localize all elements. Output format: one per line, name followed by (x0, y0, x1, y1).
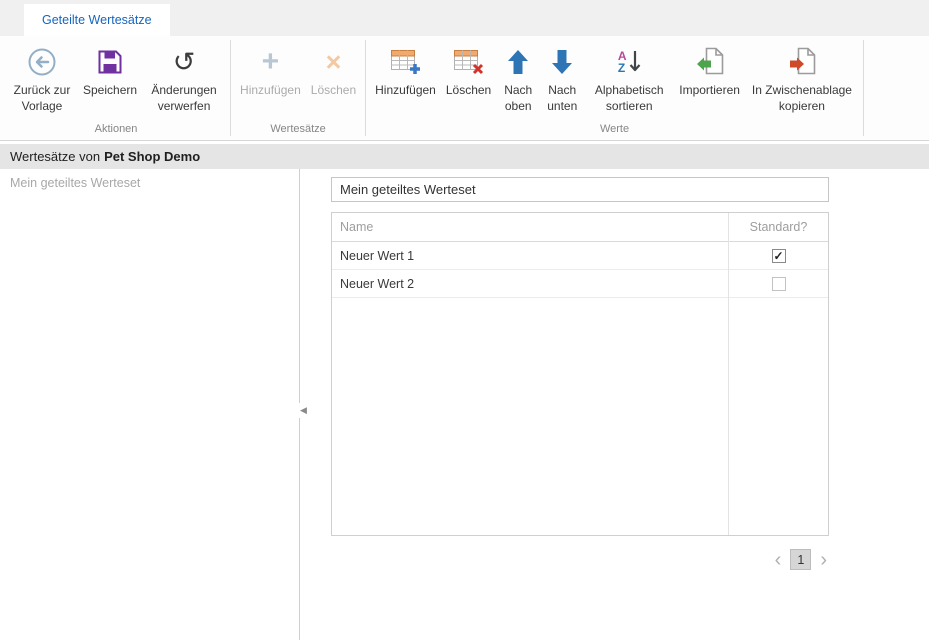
value-name-cell: Neuer Wert 2 (332, 277, 729, 291)
table-add-icon (390, 41, 422, 83)
next-page-icon[interactable]: › (818, 550, 829, 570)
nach-unten-button[interactable]: Nach unten (540, 38, 584, 117)
aenderungen-verwerfen-button[interactable]: ↺ Änderungen verwerfen (142, 38, 226, 117)
button-label: Nach unten (545, 83, 579, 114)
table-delete-icon (453, 41, 485, 83)
ribbon-group-werte: Hinzufügen Löschen (366, 36, 863, 140)
werteset-name-input[interactable] (331, 177, 829, 202)
down-arrow-icon (551, 41, 573, 83)
standard-checkbox[interactable]: ✓ (772, 249, 786, 263)
button-label: Änderungen verwerfen (147, 83, 221, 114)
ribbon: Zurück zur Vorlage Speichern ↺ Änderunge… (0, 36, 929, 141)
button-label: Hinzufügen (375, 83, 436, 99)
table-header-row: Name Standard? (332, 213, 828, 242)
importieren-button[interactable]: Importieren (674, 38, 745, 102)
up-arrow-icon (507, 41, 529, 83)
prev-page-icon[interactable]: ‹ (773, 550, 784, 570)
werte-hinzufuegen-button[interactable]: Hinzufügen (370, 38, 441, 102)
values-table: Name Standard? Neuer Wert 1 ✓ Neuer Wert… (331, 212, 829, 536)
sidebar-collapse-handle[interactable]: ◀ (298, 403, 309, 418)
import-icon (695, 41, 725, 83)
ribbon-group-label: Werte (366, 122, 863, 140)
back-icon (27, 41, 57, 83)
sidebar: Mein geteiltes Werteset (0, 169, 300, 640)
button-label: Löschen (446, 83, 491, 99)
button-label: Alphabetisch sortieren (589, 83, 669, 114)
main-panel: Name Standard? Neuer Wert 1 ✓ Neuer Wert… (300, 169, 929, 640)
standard-checkbox[interactable]: ✓ (772, 277, 786, 291)
column-header-name: Name (332, 220, 729, 234)
button-label: Löschen (311, 83, 356, 99)
ribbon-group-aktionen: Zurück zur Vorlage Speichern ↺ Änderunge… (2, 36, 230, 140)
werte-loeschen-button[interactable]: Löschen (441, 38, 496, 102)
tab-bar: Geteilte Wertesätze (0, 0, 929, 36)
check-icon: ✓ (773, 250, 783, 262)
button-label: Importieren (679, 83, 740, 99)
sidebar-item-werteset[interactable]: Mein geteiltes Werteset (0, 169, 299, 197)
nach-oben-button[interactable]: Nach oben (496, 38, 540, 117)
sort-az-icon: A Z (618, 41, 641, 83)
wertesaetze-loeschen-button: × Löschen (306, 38, 361, 102)
button-label: Hinzufügen (240, 83, 301, 99)
page-header: Wertesätze von Pet Shop Demo (0, 144, 929, 169)
ribbon-group-wertesaetze: + Hinzufügen × Löschen Wertesätze (231, 36, 365, 140)
in-zwischenablage-kopieren-button[interactable]: In Zwischenablage kopieren (745, 38, 859, 117)
column-header-standard: Standard? (729, 220, 828, 234)
plus-icon: + (262, 41, 280, 83)
table-row[interactable]: Neuer Wert 2 ✓ (332, 270, 828, 298)
button-label: Speichern (83, 83, 137, 99)
speichern-button[interactable]: Speichern (78, 38, 142, 102)
button-label: Nach oben (501, 83, 535, 114)
value-name-cell: Neuer Wert 1 (332, 249, 729, 263)
button-label: In Zwischenablage kopieren (750, 83, 854, 114)
ribbon-group-label: Wertesätze (231, 122, 365, 140)
ribbon-group-label: Aktionen (2, 122, 230, 140)
current-page[interactable]: 1 (790, 549, 811, 570)
tab-geteilte-wertesaetze[interactable]: Geteilte Wertesätze (24, 4, 170, 36)
alphabetisch-sortieren-button[interactable]: A Z Alphabetisch sortieren (584, 38, 674, 117)
x-icon: × (326, 41, 342, 83)
wertesaetze-hinzufuegen-button: + Hinzufügen (235, 38, 306, 102)
undo-icon: ↺ (173, 41, 196, 83)
page-header-title: Pet Shop Demo (104, 149, 200, 164)
zurueck-zur-vorlage-button[interactable]: Zurück zur Vorlage (6, 38, 78, 117)
copy-clipboard-icon (787, 41, 817, 83)
pagination: ‹ 1 › (331, 549, 829, 570)
page-header-prefix: Wertesätze von (10, 149, 100, 164)
table-row[interactable]: Neuer Wert 1 ✓ (332, 242, 828, 270)
ribbon-separator (863, 40, 864, 136)
save-icon (97, 41, 123, 83)
button-label: Zurück zur Vorlage (11, 83, 73, 114)
body: Mein geteiltes Werteset ◀ Name Standard?… (0, 169, 929, 640)
